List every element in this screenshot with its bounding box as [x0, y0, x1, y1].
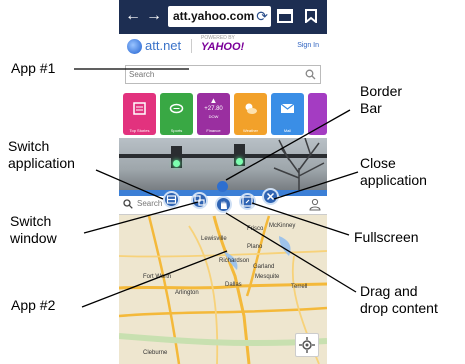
callout-line: window [10, 230, 57, 246]
callout-app2: App #2 [11, 297, 55, 314]
callout-app1-text: App #1 [11, 60, 56, 76]
callout-line: Bar [360, 100, 382, 116]
callout-switch-window: Switch window [10, 213, 57, 247]
callout-border-bar: Border Bar [360, 83, 402, 117]
callout-line: Switch [10, 213, 52, 229]
callout-line: Drag and [360, 283, 418, 299]
callout-switch-application: Switch application [8, 138, 75, 172]
callout-fullscreen-text: Fullscreen [354, 229, 419, 245]
callout-app1: App #1 [11, 60, 55, 77]
callout-line: drop content [360, 300, 438, 316]
callout-line: Switch [8, 138, 50, 154]
callout-line: application [360, 172, 427, 188]
callout-line: Border [360, 83, 403, 99]
callout-drag-drop: Drag and drop content [360, 283, 438, 317]
callout-line: Close [360, 155, 396, 171]
callout-fullscreen: Fullscreen [354, 229, 419, 246]
callout-app2-text: App #2 [11, 297, 56, 313]
callout-line: application [8, 155, 75, 171]
callout-close-application: Close application [360, 155, 427, 189]
